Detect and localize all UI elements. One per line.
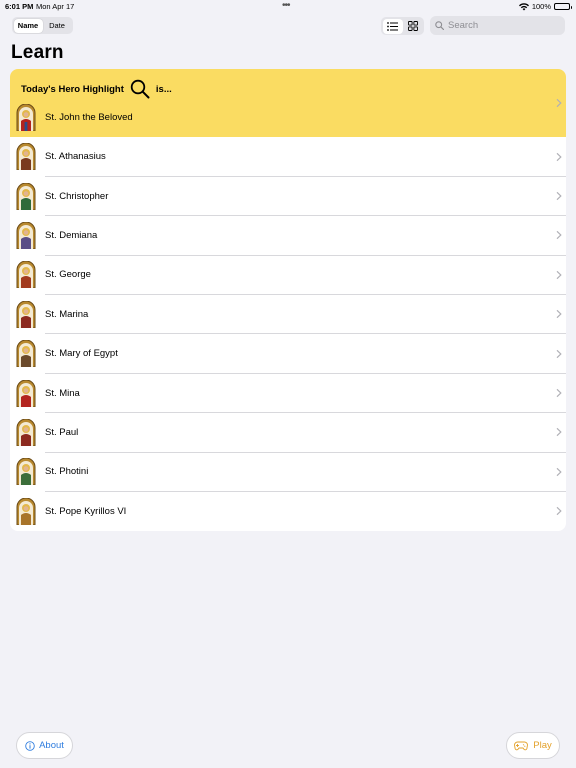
list-item[interactable]: St. George [10,255,566,295]
list-item[interactable]: St. Pope Kyrillos VI [10,492,566,531]
saint-icon [16,221,36,249]
chevron-right-icon [556,310,562,319]
saint-rows: St. Athanasius St. Christopher St. Demiana… [10,137,566,531]
list-item[interactable]: St. Marina [10,295,566,334]
saint-icon [16,143,36,171]
saint-icon [16,379,36,407]
status-date: Mon Apr 17 [36,2,75,11]
status-bar: 6:01 PM Mon Apr 17 ••• 100% [0,0,576,12]
play-label: Play [533,740,552,751]
battery-percent: 100% [531,2,551,11]
saint-name: St. George [45,269,91,281]
chevron-right-icon [556,428,562,437]
saint-name: St. Marina [45,308,89,320]
saint-name: St. Christopher [45,190,109,202]
list-item[interactable]: St. Mary of Egypt [10,334,566,374]
chevron-right-icon [556,467,562,476]
page-title: Learn [11,42,64,63]
grid-view-button[interactable] [403,19,423,34]
list-item[interactable]: St. Photini [10,452,566,492]
saint-icon [16,104,36,131]
search-bar [430,16,565,35]
status-right: 100% [518,2,572,11]
list-view-button[interactable] [382,18,403,34]
chevron-right-icon [556,191,562,201]
saint-icon [16,497,36,525]
saints-list: Today's Hero Highlight is... St. John th… [10,69,566,531]
saint-icon [16,261,36,289]
list-item[interactable]: St. Mina [10,373,566,413]
chevron-right-icon [556,231,562,240]
battery-icon [554,3,572,10]
multitasking-dots-icon[interactable]: ••• [282,0,290,11]
chevron-right-icon [556,98,562,108]
saint-name: St. Demiana [45,229,98,241]
saint-icon [16,340,36,368]
search-icon [435,21,444,30]
saint-icon [16,418,36,446]
sort-option-date[interactable]: Date [43,19,72,33]
hero-highlight-card[interactable]: Today's Hero Highlight is... St. John th… [10,69,566,137]
saint-name: St. Athanasius [45,151,106,163]
wifi-icon [518,2,529,10]
list-item[interactable]: St. Demiana [10,216,566,256]
play-button[interactable]: Play [506,732,560,759]
list-item[interactable]: St. Christopher [10,176,566,216]
chevron-right-icon [556,349,562,358]
sort-option-name[interactable]: Name [13,18,43,33]
grid-icon [407,21,418,31]
highlight-saint: St. John the Beloved [16,104,133,131]
saint-name: St. Mary of Egypt [45,348,118,360]
search-input[interactable] [448,20,558,31]
about-label: About [39,740,64,751]
saint-icon [16,300,36,328]
saint-name: St. Photini [45,466,89,478]
list-item[interactable]: St. Athanasius [10,137,566,177]
highlight-title-suffix: is... [155,83,172,95]
highlight-title-prefix: Today's Hero Highlight [21,83,124,95]
highlight-title: Today's Hero Highlight is... [21,79,172,99]
chevron-right-icon [556,152,562,161]
chevron-right-icon [556,270,562,279]
saint-icon [16,182,36,210]
magnifying-glass-icon [130,79,150,99]
about-button[interactable]: About [16,732,73,759]
chevron-right-icon [556,507,562,516]
saint-name: St. Mina [45,387,80,399]
saint-name: St. Pope Kyrillos VI [45,505,127,517]
saint-name: St. Paul [45,426,79,438]
game-controller-icon [514,741,529,750]
chevron-right-icon [556,388,562,398]
info-icon [25,740,35,751]
saint-icon [16,458,36,486]
status-time: 6:01 PM [5,2,34,11]
highlight-saint-name: St. John the Beloved [45,112,133,123]
sort-segmented-control: Name Date [12,17,73,34]
view-toggle [381,17,424,35]
list-icon [387,21,398,31]
list-item[interactable]: St. Paul [10,413,566,453]
